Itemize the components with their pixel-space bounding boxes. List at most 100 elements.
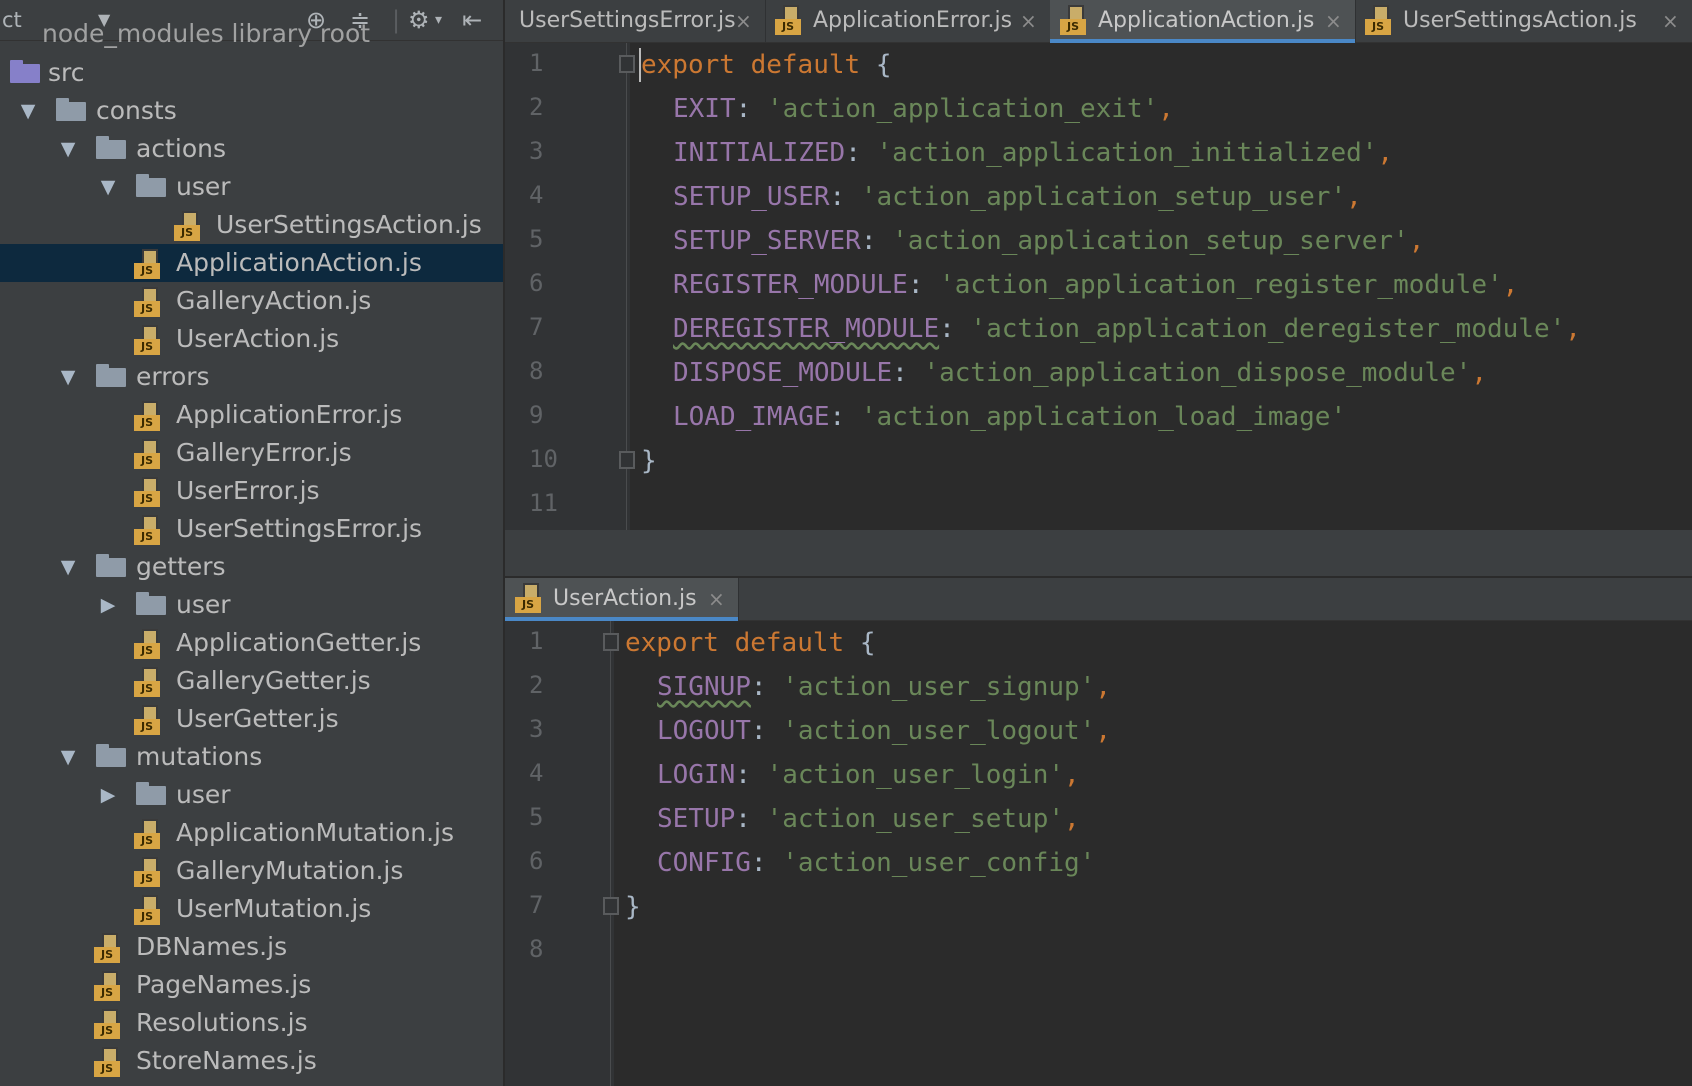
- code-line: DISPOSE_MODULE: 'action_application_disp…: [673, 351, 1487, 395]
- tree-item-label: GalleryError.js: [176, 438, 352, 467]
- property-token: SETUP_SERVER: [673, 226, 861, 256]
- property-token: INITIALIZED: [673, 138, 846, 168]
- js-file-icon: JS: [775, 5, 805, 35]
- string-token: 'action_user_signup': [782, 672, 1096, 702]
- tree-item-usergetter-js[interactable]: JS UserGetter.js: [0, 700, 503, 738]
- colon-token: :: [750, 848, 783, 878]
- expanded-arrow-icon[interactable]: ▼: [58, 738, 78, 776]
- tree-item-label: mutations: [136, 742, 263, 771]
- tree-item-usererror-js[interactable]: JS UserError.js: [0, 472, 503, 510]
- tab-usersettingserror-js[interactable]: JSUserSettingsError.js×: [505, 0, 766, 42]
- top-code-editor[interactable]: 1 2 3 4 5 6 7 8 9 10 11 export default {EXIT: 'act…: [505, 43, 1692, 530]
- tab-label: ApplicationAction.js: [1098, 8, 1315, 33]
- expanded-arrow-icon[interactable]: ▼: [18, 92, 38, 130]
- colon-token: :: [860, 226, 893, 256]
- js-file-icon: JS: [134, 895, 164, 925]
- js-file-icon: JS: [134, 439, 164, 469]
- property-token: SETUP: [657, 804, 736, 834]
- string-token: 'action_application_exit': [766, 94, 1159, 124]
- source-folder-icon: [10, 60, 40, 83]
- tree-item-label: ApplicationMutation.js: [176, 818, 455, 847]
- line-number: 3: [529, 137, 544, 165]
- js-badge: JS: [775, 19, 801, 35]
- tree-item-usermutation-js[interactable]: JS UserMutation.js: [0, 890, 503, 928]
- expanded-arrow-icon[interactable]: ▼: [98, 168, 118, 206]
- tab-label: UserSettingsAction.js: [1403, 8, 1637, 33]
- tree-item-actions[interactable]: ▼ actions: [0, 130, 503, 168]
- editor-split-divider[interactable]: [505, 530, 1692, 576]
- expanded-arrow-icon[interactable]: ▼: [58, 358, 78, 396]
- code-line: SIGNUP: 'action_user_signup',: [657, 665, 1111, 709]
- folder-icon: [136, 782, 166, 805]
- tree-item-node-modules[interactable]: node_modules library root: [0, 15, 503, 53]
- tree-item-gallerymutation-js[interactable]: JS GalleryMutation.js: [0, 852, 503, 890]
- close-icon[interactable]: ×: [1020, 0, 1037, 42]
- string-token: 'action_application_setup_server': [892, 226, 1409, 256]
- tab-useraction-js[interactable]: JS UserAction.js ×: [505, 578, 739, 621]
- project-tree-panel: ct ▼ ⊕ ≑ | ⚙ ▾ ⇤ node_modules library ro…: [0, 0, 505, 1086]
- code-line: export default {: [641, 43, 891, 87]
- close-icon[interactable]: ×: [1325, 0, 1342, 42]
- colon-token: :: [750, 672, 783, 702]
- tree-item-galleryerror-js[interactable]: JS GalleryError.js: [0, 434, 503, 472]
- tree-item-applicationaction-js[interactable]: JS ApplicationAction.js: [0, 244, 503, 282]
- close-icon[interactable]: ×: [735, 0, 752, 42]
- close-icon[interactable]: ×: [708, 578, 725, 620]
- tree-item-label: UserSettingsAction.js: [216, 210, 482, 239]
- code-line: SETUP_SERVER: 'action_application_setup_…: [673, 219, 1424, 263]
- tree-item-label: ApplicationAction.js: [176, 248, 422, 277]
- bottom-code-editor[interactable]: 12345678 export default {SIGNUP: 'action…: [505, 621, 1692, 1086]
- fold-toggle-icon[interactable]: [619, 451, 635, 469]
- tree-item-src[interactable]: src: [0, 54, 503, 92]
- comma-token: ,: [1565, 314, 1581, 344]
- fold-toggle-icon[interactable]: [619, 55, 635, 73]
- tree-item-gallerygetter-js[interactable]: JS GalleryGetter.js: [0, 662, 503, 700]
- tree-item-dbnames-js[interactable]: JS DBNames.js: [0, 928, 503, 966]
- js-badge: JS: [94, 947, 120, 963]
- tab-applicationerror-js[interactable]: JS ApplicationError.js ×: [765, 0, 1051, 42]
- tab-usersettingsaction-js[interactable]: JS UserSettingsAction.js ×: [1355, 0, 1692, 42]
- expanded-arrow-icon[interactable]: ▼: [58, 548, 78, 586]
- keyword-token: default: [750, 50, 861, 80]
- code-line: SETUP_USER: 'action_application_setup_us…: [673, 175, 1362, 219]
- tree-item-label: user: [176, 780, 231, 809]
- collapsed-arrow-icon[interactable]: ▶: [98, 586, 118, 624]
- code-line: LOAD_IMAGE: 'action_application_load_ima…: [673, 395, 1346, 439]
- expanded-arrow-icon[interactable]: ▼: [58, 130, 78, 168]
- tree-item-applicationmutation-js[interactable]: JS ApplicationMutation.js: [0, 814, 503, 852]
- collapsed-arrow-icon[interactable]: ▶: [98, 776, 118, 814]
- tree-item-label: GalleryGetter.js: [176, 666, 371, 695]
- close-icon[interactable]: ×: [1662, 0, 1679, 42]
- tree-item-pagenames-js[interactable]: JS PageNames.js: [0, 966, 503, 1004]
- tab-label: UserSettingsError.js: [519, 8, 736, 33]
- tree-item-usersettingserror-js[interactable]: JS UserSettingsError.js: [0, 510, 503, 548]
- tree-item-applicationgetter-js[interactable]: JS ApplicationGetter.js: [0, 624, 503, 662]
- line-number: 4: [529, 759, 544, 787]
- tree-item-resolutions-js[interactable]: JS Resolutions.js: [0, 1004, 503, 1042]
- tree-item-applicationerror-js[interactable]: JS ApplicationError.js: [0, 396, 503, 434]
- tree-item-user[interactable]: ▼ user: [0, 168, 503, 206]
- tree-item-storenames-js[interactable]: JS StoreNames.js: [0, 1042, 503, 1080]
- fold-toggle-icon[interactable]: [603, 633, 619, 651]
- text-cursor: [639, 48, 641, 82]
- tree-item-user[interactable]: ▶ user: [0, 776, 503, 814]
- property-token: LOGOUT: [657, 716, 751, 746]
- tree-item-useraction-js[interactable]: JS UserAction.js: [0, 320, 503, 358]
- js-file-icon: JS: [134, 629, 164, 659]
- fold-toggle-icon[interactable]: [603, 897, 619, 915]
- tab-applicationaction-js[interactable]: JS ApplicationAction.js ×: [1050, 0, 1356, 43]
- colon-token: :: [907, 270, 940, 300]
- tree-item-galleryaction-js[interactable]: JS GalleryAction.js: [0, 282, 503, 320]
- tree-item-user[interactable]: ▶ user: [0, 586, 503, 624]
- tree-item-label: getters: [136, 552, 226, 581]
- tree-item-mutations[interactable]: ▼ mutations: [0, 738, 503, 776]
- tree-item-usersettingsaction-js[interactable]: JS UserSettingsAction.js: [0, 206, 503, 244]
- tree-item-getters[interactable]: ▼ getters: [0, 548, 503, 586]
- line-number: 6: [529, 269, 544, 297]
- property-token: DEREGISTER_MODULE: [673, 314, 940, 344]
- tree-item-consts[interactable]: ▼ consts: [0, 92, 503, 130]
- tree-item-errors[interactable]: ▼ errors: [0, 358, 503, 396]
- line-number-gutter: 1 2 3 4 5 6 7 8: [505, 621, 614, 1086]
- line-number: 1: [529, 627, 544, 655]
- code-line: export default {: [625, 621, 875, 665]
